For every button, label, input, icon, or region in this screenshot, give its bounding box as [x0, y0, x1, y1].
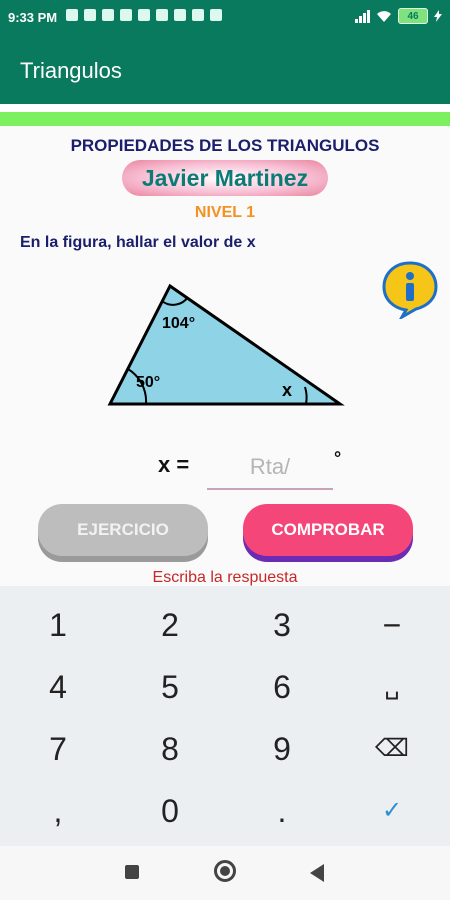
key-space[interactable]: ␣ [336, 656, 448, 718]
key-2[interactable]: 2 [114, 594, 226, 656]
numeric-keyboard: 1 2 3 − 4 5 6 ␣ 7 8 9 ⌫ , 0 . ✓ [0, 586, 450, 846]
author-badge: Javier Martinez [122, 160, 328, 196]
calendar-icon [102, 9, 114, 21]
gmail-icon [156, 9, 168, 21]
key-8[interactable]: 8 [114, 718, 226, 780]
play-store-icon [210, 9, 222, 21]
key-1[interactable]: 1 [2, 594, 114, 656]
answer-label: x = [158, 452, 190, 477]
signal-icon [355, 10, 370, 23]
left-angle-label: 50° [136, 374, 160, 391]
key-0[interactable]: 0 [114, 780, 226, 842]
p-app-icon [138, 9, 150, 21]
sync-icon [120, 9, 132, 21]
key-minus[interactable]: − [336, 594, 448, 656]
key-comma[interactable]: , [2, 780, 114, 842]
question-text: En la figura, hallar el valor de x [20, 234, 256, 251]
triangle-figure: 104° 50° x [107, 283, 345, 406]
top-angle-label: 104° [162, 315, 195, 332]
feedback-message: Escriba la respuesta [152, 569, 298, 586]
page-heading: PROPIEDADES DE LOS TRIANGULOS [70, 136, 380, 155]
chat-icon [66, 9, 78, 21]
notification-icons [66, 9, 222, 21]
app-bar: Triangulos [0, 36, 450, 104]
back-icon[interactable] [310, 864, 324, 882]
app-title: Triangulos [20, 58, 122, 83]
key-6[interactable]: 6 [226, 656, 338, 718]
right-angle-label: x [282, 380, 292, 400]
degree-symbol: ° [334, 448, 342, 468]
level-label: NIVEL 1 [194, 204, 256, 221]
key-4[interactable]: 4 [2, 656, 114, 718]
p-app-icon [174, 9, 186, 21]
home-icon[interactable] [214, 860, 236, 882]
key-7[interactable]: 7 [2, 718, 114, 780]
system-icons: 46 [354, 8, 442, 24]
key-period[interactable]: . [226, 780, 338, 842]
recent-apps-icon[interactable] [125, 865, 139, 879]
chat-icon [84, 9, 96, 21]
key-done[interactable]: ✓ [336, 780, 448, 842]
key-5[interactable]: 5 [114, 656, 226, 718]
divider [0, 104, 450, 112]
exercise-button[interactable]: EJERCICIO [38, 504, 208, 556]
charging-icon [434, 10, 442, 22]
info-icon[interactable] [380, 259, 440, 319]
wifi-icon [377, 11, 391, 22]
navigation-bar [0, 846, 450, 900]
status-time: 9:33 PM [8, 10, 58, 25]
battery-icon: 46 [398, 8, 428, 24]
main-content: PROPIEDADES DE LOS TRIANGULOS Javier Mar… [0, 126, 450, 586]
key-3[interactable]: 3 [226, 594, 338, 656]
cloud-icon [192, 9, 204, 21]
accent-stripe [0, 112, 450, 126]
status-bar: 9:33 PM 46 [0, 0, 450, 36]
key-backspace[interactable]: ⌫ [336, 718, 448, 780]
answer-input[interactable] [207, 446, 333, 490]
key-9[interactable]: 9 [226, 718, 338, 780]
check-button[interactable]: COMPROBAR [243, 504, 413, 556]
